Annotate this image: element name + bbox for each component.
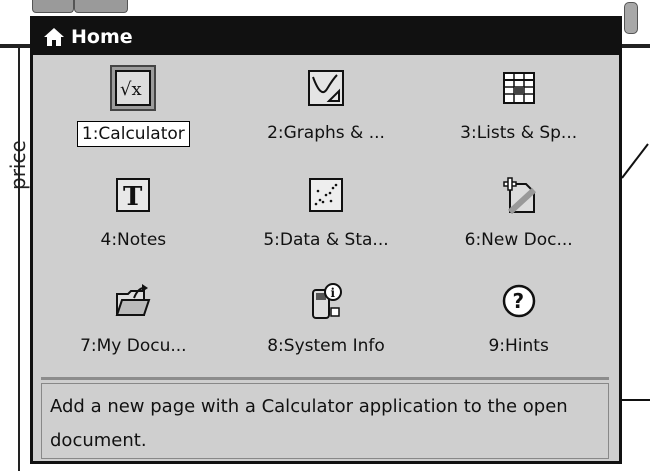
menu-item-my-documents[interactable]: 7:My Docu... [37, 272, 230, 379]
menu-item-data-statistics[interactable]: 5:Data & Sta... [230, 166, 423, 273]
lists-spreadsheet-icon [498, 67, 540, 109]
menu-item-label: 6:New Doc... [464, 229, 573, 250]
description-divider [41, 377, 609, 380]
document-tab[interactable] [74, 0, 128, 13]
svg-text:?: ? [512, 289, 524, 313]
svg-text:T: T [123, 182, 143, 212]
home-menu-grid: √x 1:Calculator 2:Graphs & ... 3:Lists &… [37, 59, 615, 379]
menu-item-label: 9:Hints [488, 336, 549, 357]
menu-item-description: Add a new page with a Calculator applica… [41, 383, 609, 459]
document-tab[interactable] [32, 0, 74, 13]
calculator-icon: √x [110, 65, 157, 111]
svg-text:i: i [330, 286, 335, 300]
home-menu-title: Home [71, 26, 133, 48]
my-documents-icon [112, 280, 154, 322]
menu-item-label: 2:Graphs & ... [267, 123, 385, 143]
menu-item-new-document[interactable]: 6:New Doc... [422, 166, 615, 273]
battery-indicator [624, 2, 638, 34]
menu-item-label: 1:Calculator [76, 121, 190, 147]
menu-item-graphs[interactable]: 2:Graphs & ... [230, 59, 423, 166]
hints-icon: ? [498, 280, 540, 322]
home-menu-title-bar: Home [33, 19, 619, 55]
menu-item-label: 8:System Info [267, 336, 385, 357]
graph-curve [621, 143, 649, 179]
axis-label: price [6, 140, 30, 190]
menu-item-label: 7:My Docu... [80, 336, 187, 357]
data-statistics-icon [305, 174, 347, 216]
notes-icon: T [112, 174, 154, 216]
graph-tick [620, 399, 650, 401]
home-menu: Home √x 1:Calculator 2:Graphs & ... 3:Li… [30, 16, 622, 464]
svg-text:√x: √x [120, 79, 142, 100]
menu-item-label: 5:Data & Sta... [263, 229, 389, 250]
graphs-icon [305, 67, 347, 109]
menu-item-label: 3:Lists & Sp... [460, 123, 578, 143]
menu-item-lists-spreadsheet[interactable]: 3:Lists & Sp... [422, 59, 615, 166]
graph-frame [18, 48, 20, 471]
system-info-icon: i [305, 280, 347, 322]
menu-item-hints[interactable]: ? 9:Hints [422, 272, 615, 379]
menu-item-system-info[interactable]: i 8:System Info [230, 272, 423, 379]
menu-item-notes[interactable]: T 4:Notes [37, 166, 230, 273]
menu-item-calculator[interactable]: √x 1:Calculator [37, 59, 230, 166]
menu-item-label: 4:Notes [100, 229, 167, 250]
new-document-icon [498, 174, 540, 216]
home-icon [44, 28, 64, 46]
